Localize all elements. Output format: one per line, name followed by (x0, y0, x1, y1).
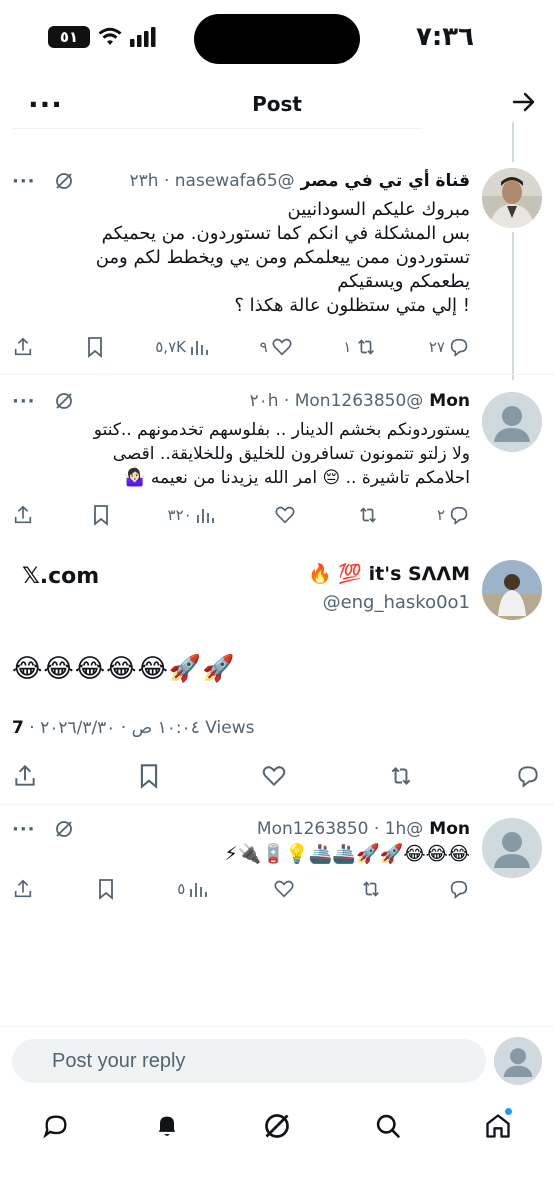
share-button[interactable] (12, 763, 38, 789)
author-name[interactable]: قناة أي تي في مصر (301, 171, 470, 191)
tweet-line: ! إلي متي ستظلون عالة هكذا ؟ (234, 295, 470, 316)
status-bar: ٥١ ٧:٣٦ (0, 0, 554, 80)
tweet-header: Mon @Mon1263850 · ٢٠h ··· (12, 388, 470, 414)
reply-composer (0, 1026, 554, 1096)
source-link[interactable]: 𝕏.com (22, 564, 99, 589)
home-icon[interactable] (478, 1106, 518, 1146)
avatar[interactable] (482, 392, 542, 452)
like-button[interactable]: ٩ (260, 336, 293, 358)
tweet-header: Mon @Mon1263850 · 1h ··· (12, 816, 470, 842)
views-button[interactable]: ٥ (177, 879, 208, 899)
reply-button[interactable]: ٢ (437, 504, 470, 526)
tweet-divider (0, 804, 554, 805)
reply-count: ٢٧ (428, 338, 445, 356)
repost-button[interactable] (356, 878, 383, 900)
thread-line (512, 232, 514, 380)
views-count: 7 (12, 718, 24, 738)
reply-button[interactable] (445, 878, 470, 900)
reply-count: ٢ (436, 506, 445, 524)
tweet-line: احلامكم تاشيرة .. 😔 امر الله يزيدنا من ن… (124, 468, 470, 488)
main-post-text: 😂😂😂😂😂🚀🚀 (12, 654, 236, 684)
notifications-icon[interactable] (147, 1106, 187, 1146)
notification-dot (505, 1108, 512, 1115)
post-header: ··· Post (0, 84, 554, 128)
main-author-name[interactable]: it's SΛΛM 💯 🔥 (308, 562, 470, 585)
more-dots-icon[interactable]: ··· (12, 819, 36, 840)
views-count: ٣٢٠ (167, 506, 192, 524)
like-button[interactable] (270, 878, 295, 900)
search-icon[interactable] (368, 1106, 408, 1146)
battery-icon: ٥١ (48, 26, 90, 48)
thread-line (512, 122, 514, 162)
grok-icon[interactable] (257, 1106, 297, 1146)
repost-button[interactable] (353, 504, 380, 526)
bookmark-button[interactable] (91, 504, 111, 526)
share-button[interactable] (12, 878, 34, 900)
tweet-line: ولا زلتو تتمونون تسافرون للخليق وللخلايق… (112, 444, 470, 464)
like-button[interactable] (260, 763, 288, 789)
views-count: ٥ (177, 880, 186, 898)
author-handle: @nasewafa65 · ٢٣h (129, 171, 295, 191)
like-button[interactable] (271, 504, 296, 526)
user-avatar[interactable] (494, 1037, 542, 1085)
tweet-line: تستوردون ممن ييعلمكم ومن يي ويخطط لكم وم… (95, 247, 470, 268)
page-title: Post (252, 92, 302, 116)
tweet-divider (0, 374, 554, 375)
signal-icon (130, 27, 156, 47)
tweet-line: مبروك عليكم السودانيين (287, 199, 470, 220)
dynamic-island (194, 14, 360, 64)
share-button[interactable] (12, 504, 34, 526)
bookmark-button[interactable] (137, 763, 161, 789)
grok-icon[interactable] (54, 391, 74, 411)
views-button[interactable]: ٣٢٠ (168, 505, 215, 525)
more-dots-icon[interactable]: ··· (12, 391, 36, 412)
grok-icon[interactable] (54, 819, 74, 839)
repost-button[interactable] (387, 763, 415, 789)
tweet-text: يستوردونكم بخشم الدينار .. بفلوسهم تخدمو… (12, 418, 470, 490)
arrow-right-icon[interactable] (512, 90, 536, 114)
tweet-text: 😂😂😂🚀🚀🚢🚢💡🪫🔌⚡ (224, 843, 470, 865)
bookmark-button[interactable] (96, 878, 116, 900)
views-count: ٥,٧K (155, 338, 186, 356)
grok-icon[interactable] (54, 171, 74, 191)
tweet-actions: ٢٧ ١ ٩ ٥,٧K (12, 334, 470, 360)
tweet-line: يستوردونكم بخشم الدينار .. بفلوسهم تخدمو… (93, 420, 470, 440)
like-count: ٩ (259, 338, 268, 356)
author-name[interactable]: Mon (429, 391, 470, 411)
reply-button[interactable] (514, 763, 542, 789)
avatar[interactable] (482, 168, 542, 228)
main-author-handle[interactable]: @eng_hasko0o1 (323, 592, 470, 613)
tweet-header: قناة أي تي في مصر @nasewafa65 · ٢٣h ··· (12, 168, 470, 194)
reply-button[interactable]: ٢٧ (429, 336, 470, 358)
author-handle: @Mon1263850 · 1h (256, 819, 424, 839)
status-time: ٧:٣٦ (415, 22, 474, 52)
tweet-line: بس المشكلة في انكم كما تستوردون. من يحمي… (101, 223, 470, 244)
tweet-line: يطعمكم ويسقيكم (337, 271, 470, 292)
share-button[interactable] (12, 336, 34, 358)
reply-input[interactable] (12, 1039, 486, 1083)
status-icons: ٥١ (48, 26, 156, 48)
post-timestamp: ١٠:٠٤ ص · ٢٠٢٦/٣/٣٠ (40, 718, 200, 738)
previous-divider (12, 128, 422, 129)
repost-button[interactable]: ١ (343, 336, 378, 358)
wifi-icon (98, 27, 122, 45)
author-name[interactable]: Mon (429, 819, 470, 839)
tweet-actions: ٢ ٣٢٠ (12, 502, 470, 528)
tweet-text: مبروك عليكم السودانيين بس المشكلة في انك… (12, 198, 470, 318)
messages-icon[interactable] (36, 1106, 76, 1146)
post-meta: ١٠:٠٤ ص · ٢٠٢٦/٣/٣٠ · 7 Views (12, 718, 255, 738)
bottom-tab-bar (0, 1096, 554, 1156)
main-author-avatar[interactable] (482, 560, 542, 620)
avatar[interactable] (482, 818, 542, 878)
author-handle: @Mon1263850 · ٢٠h (249, 391, 424, 411)
repost-count: ١ (343, 338, 352, 356)
tweet-actions: ٥ (12, 876, 470, 902)
views-label: Views (205, 718, 255, 738)
main-post-actions (12, 760, 542, 792)
more-dots-icon[interactable]: ··· (12, 171, 36, 192)
bookmark-button[interactable] (85, 336, 105, 358)
views-button[interactable]: ٥,٧K (155, 337, 209, 357)
